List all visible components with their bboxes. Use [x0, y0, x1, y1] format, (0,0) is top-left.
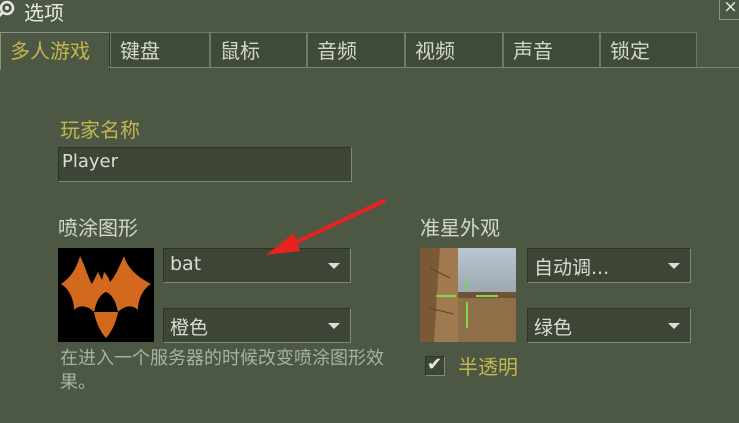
tab-video[interactable]: 视频	[405, 32, 503, 68]
steam-icon	[0, 0, 15, 18]
chevron-down-icon	[328, 323, 340, 329]
tab-label: 锁定	[610, 39, 650, 63]
tab-audio[interactable]: 音频	[307, 32, 405, 68]
spray-hint: 在进入一个服务器的时候改变喷涂图形效果。	[60, 348, 384, 393]
player-name-label: 玩家名称	[60, 118, 140, 142]
close-icon: ×	[723, 0, 738, 17]
tab-label: 音频	[317, 39, 357, 63]
tab-label: 鼠标	[220, 39, 260, 63]
translucent-checkbox[interactable]: ✔	[425, 354, 445, 376]
tab-multiplayer[interactable]: 多人游戏	[0, 32, 110, 70]
window-title: 选项	[24, 1, 64, 25]
tab-keyboard[interactable]: 键盘	[110, 32, 210, 68]
bat-icon	[61, 256, 151, 338]
crosshair-color-value: 绿色	[534, 317, 573, 339]
spray-color-select[interactable]: 橙色	[163, 308, 351, 343]
translucent-label[interactable]: 半透明	[458, 351, 518, 380]
chevron-down-icon	[668, 323, 680, 329]
spray-preview	[58, 248, 154, 342]
tab-label: 多人游戏	[10, 39, 90, 63]
spray-label: 喷涂图形	[58, 216, 138, 240]
tab-lock[interactable]: 锁定	[600, 32, 697, 68]
crosshair-size-select[interactable]: 自动调...	[527, 248, 691, 283]
chevron-down-icon	[668, 263, 680, 269]
tab-bar: 多人游戏 键盘 鼠标 音频 视频 声音 锁定	[0, 32, 739, 70]
crosshair-color-select[interactable]: 绿色	[527, 308, 691, 343]
title-bar: 选项 ×	[0, 0, 739, 28]
crosshair-label: 准星外观	[420, 216, 500, 240]
checkmark-icon: ✔	[427, 354, 443, 375]
close-button[interactable]: ×	[719, 0, 739, 20]
tab-label: 声音	[513, 39, 553, 63]
spray-image-value: bat	[170, 253, 202, 275]
spray-image-select[interactable]: bat	[163, 248, 351, 283]
crosshair-size-value: 自动调...	[534, 257, 610, 279]
tab-divider	[108, 67, 739, 68]
tab-mouse[interactable]: 鼠标	[210, 32, 307, 68]
chevron-down-icon	[328, 263, 340, 269]
tab-label: 键盘	[120, 39, 160, 63]
crosshair-preview	[420, 248, 516, 342]
crosshair-scene	[420, 248, 516, 342]
spray-color-value: 橙色	[170, 317, 209, 339]
tab-label: 视频	[415, 39, 455, 63]
tab-sound[interactable]: 声音	[503, 32, 600, 68]
player-name-input[interactable]: Player	[58, 147, 352, 182]
